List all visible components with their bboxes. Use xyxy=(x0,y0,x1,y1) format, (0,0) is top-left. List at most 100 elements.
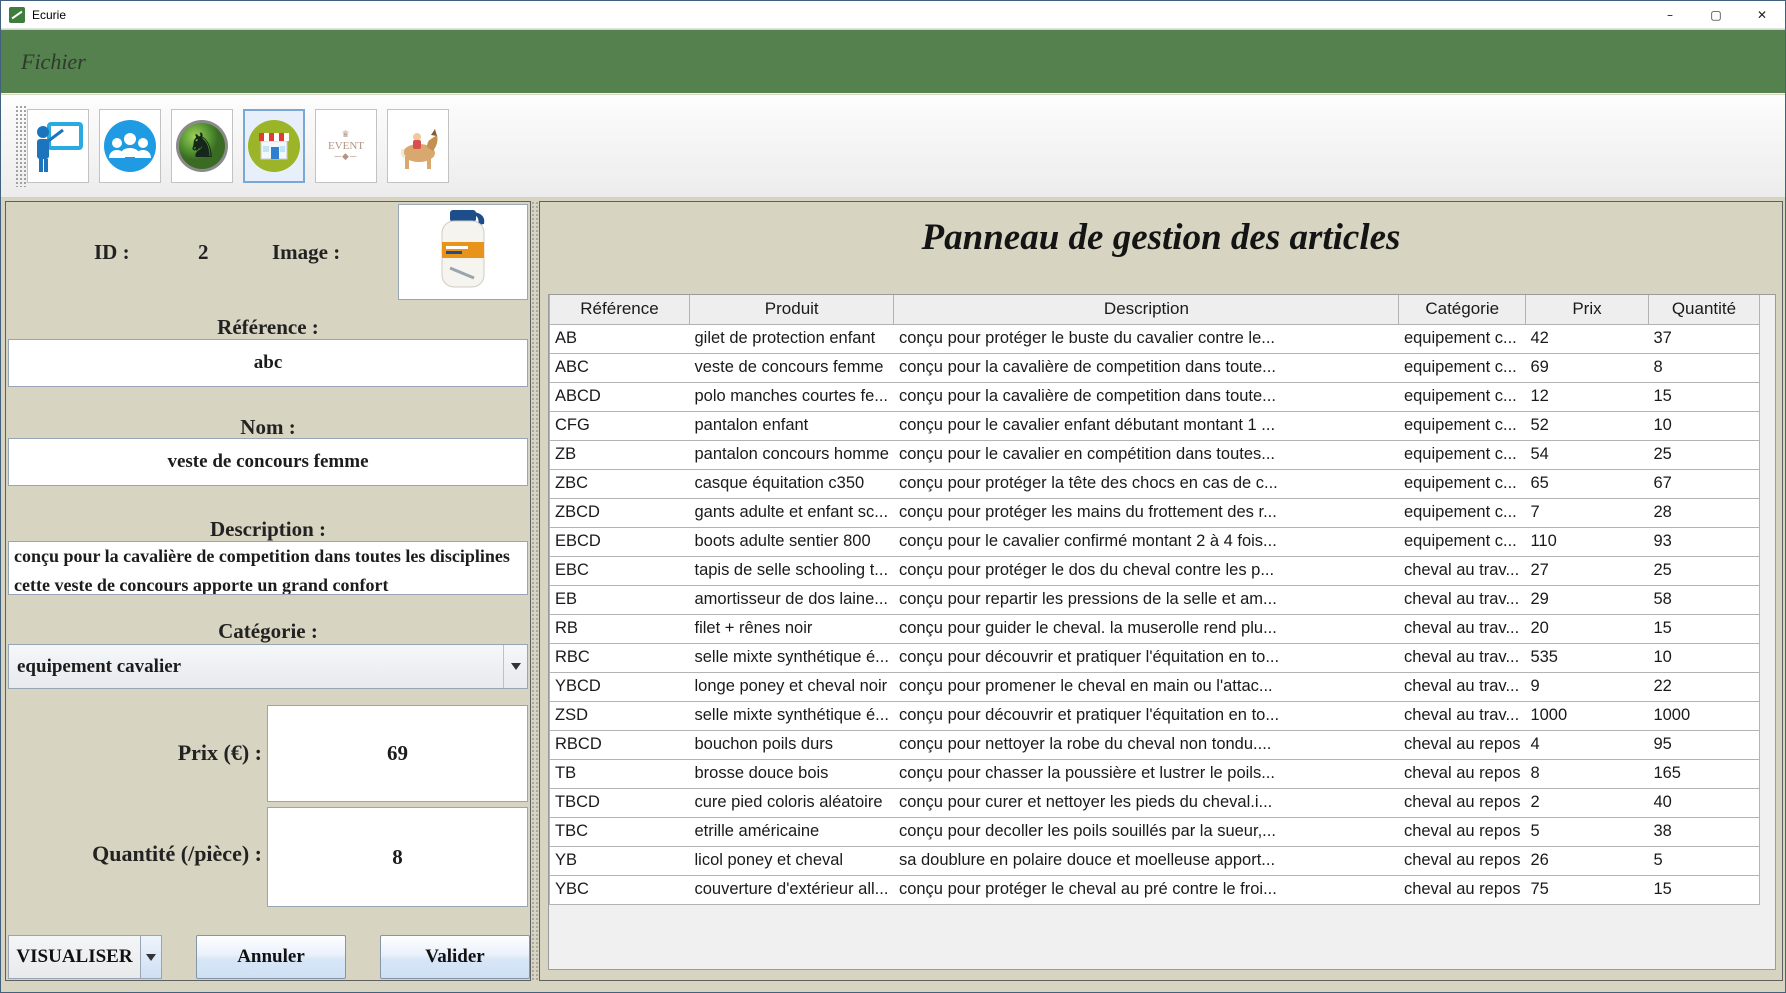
cell-category: cheval au repos xyxy=(1399,730,1526,759)
visualiser-chevron-down-icon[interactable] xyxy=(141,935,162,979)
cell-reference: RBCD xyxy=(550,730,690,759)
cell-price: 54 xyxy=(1525,440,1648,469)
shop-icon xyxy=(247,119,301,173)
table-row[interactable]: TBCetrille américaineconçu pour decoller… xyxy=(550,817,1760,846)
cell-reference: ZBCD xyxy=(550,498,690,527)
table-row[interactable]: CFGpantalon enfantconçu pour le cavalier… xyxy=(550,411,1760,440)
cell-reference: TBCD xyxy=(550,788,690,817)
table-row[interactable]: RBCselle mixte synthétique é...conçu pou… xyxy=(550,643,1760,672)
cell-quantity: 22 xyxy=(1648,672,1759,701)
minimize-button[interactable]: – xyxy=(1647,1,1693,28)
cell-reference: YBCD xyxy=(550,672,690,701)
pony-rider-icon xyxy=(391,119,445,173)
id-label: ID : xyxy=(94,240,130,265)
cell-reference: AB xyxy=(550,324,690,353)
cell-reference: ABCD xyxy=(550,382,690,411)
table-row[interactable]: RBfilet + rênes noirconçu pour guider le… xyxy=(550,614,1760,643)
category-select[interactable]: equipement cavalier xyxy=(8,644,528,689)
cell-description: conçu pour protéger le dos du cheval con… xyxy=(894,556,1399,585)
category-label: Catégorie : xyxy=(6,619,530,644)
cell-price: 20 xyxy=(1525,614,1648,643)
cell-product: filet + rênes noir xyxy=(690,614,894,643)
shop-button[interactable] xyxy=(243,109,305,183)
article-image[interactable] xyxy=(398,204,528,300)
title-bar: Ecurie – ▢ ✕ xyxy=(1,1,1785,29)
table-row[interactable]: TBbrosse douce boisconçu pour chasser la… xyxy=(550,759,1760,788)
clients-button[interactable] xyxy=(99,109,161,183)
pony-button[interactable] xyxy=(387,109,449,183)
table-row[interactable]: YBlicol poney et chevalsa doublure en po… xyxy=(550,846,1760,875)
cell-category: equipement c... xyxy=(1399,498,1526,527)
table-row[interactable]: EBCtapis de selle schooling t...conçu po… xyxy=(550,556,1760,585)
table-row[interactable]: ABCveste de concours femmeconçu pour la … xyxy=(550,353,1760,382)
cell-category: cheval au repos xyxy=(1399,846,1526,875)
instructors-button[interactable] xyxy=(27,109,89,183)
quantity-input[interactable]: 8 xyxy=(267,807,528,907)
maximize-button[interactable]: ▢ xyxy=(1693,1,1739,28)
menu-fichier[interactable]: Fichier xyxy=(13,45,94,79)
cell-product: selle mixte synthétique é... xyxy=(690,643,894,672)
cell-reference: ZSD xyxy=(550,701,690,730)
column-header-reference[interactable]: Référence xyxy=(550,295,690,324)
cell-description: conçu pour protéger les mains du frottem… xyxy=(894,498,1399,527)
cell-quantity: 165 xyxy=(1648,759,1759,788)
cell-quantity: 67 xyxy=(1648,469,1759,498)
cell-category: cheval au trav... xyxy=(1399,643,1526,672)
table-row[interactable]: ZBCDgants adulte et enfant sc...conçu po… xyxy=(550,498,1760,527)
visualiser-select[interactable]: VISUALISER xyxy=(8,935,141,979)
table-row[interactable]: EBCDboots adulte sentier 800conçu pour l… xyxy=(550,527,1760,556)
cell-reference: RB xyxy=(550,614,690,643)
validate-button[interactable]: Valider xyxy=(380,935,530,979)
cell-reference: CFG xyxy=(550,411,690,440)
cell-product: cure pied coloris aléatoire xyxy=(690,788,894,817)
reference-input[interactable]: abc xyxy=(8,339,528,387)
description-textarea[interactable]: conçu pour la cavalière de competition d… xyxy=(8,541,528,595)
cell-reference: ZBC xyxy=(550,469,690,498)
table-row[interactable]: ZSDselle mixte synthétique é...conçu pou… xyxy=(550,701,1760,730)
cell-price: 4 xyxy=(1525,730,1648,759)
table-row[interactable]: TBCDcure pied coloris aléatoireconçu pou… xyxy=(550,788,1760,817)
column-header-quantity[interactable]: Quantité xyxy=(1648,295,1759,324)
table-row[interactable]: YBCDlonge poney et cheval noirconçu pour… xyxy=(550,672,1760,701)
cell-product: veste de concours femme xyxy=(690,353,894,382)
cell-price: 5 xyxy=(1525,817,1648,846)
table-row[interactable]: ZBpantalon concours hommeconçu pour le c… xyxy=(550,440,1760,469)
cell-quantity: 40 xyxy=(1648,788,1759,817)
toolbar: ♞ xyxy=(1,95,1785,198)
table-row[interactable]: RBCDbouchon poils dursconçu pour nettoye… xyxy=(550,730,1760,759)
column-header-description[interactable]: Description xyxy=(894,295,1399,324)
close-button[interactable]: ✕ xyxy=(1739,1,1785,28)
toolbar-drag-handle[interactable] xyxy=(15,105,27,187)
cell-description: conçu pour la cavalière de competition d… xyxy=(894,382,1399,411)
column-header-product[interactable]: Produit xyxy=(690,295,894,324)
cell-category: cheval au repos xyxy=(1399,875,1526,904)
table-header-row: RéférenceProduitDescriptionCatégoriePrix… xyxy=(550,295,1760,324)
table-row[interactable]: YBCcouverture d'extérieur all...conçu po… xyxy=(550,875,1760,904)
cell-quantity: 28 xyxy=(1648,498,1759,527)
column-header-category[interactable]: Catégorie xyxy=(1399,295,1526,324)
cell-reference: ZB xyxy=(550,440,690,469)
cell-price: 9 xyxy=(1525,672,1648,701)
cell-reference: TB xyxy=(550,759,690,788)
cell-description: conçu pour protéger le buste du cavalier… xyxy=(894,324,1399,353)
name-input[interactable]: veste de concours femme xyxy=(8,438,528,486)
cell-price: 1000 xyxy=(1525,701,1648,730)
column-header-price[interactable]: Prix xyxy=(1525,295,1648,324)
price-input[interactable]: 69 xyxy=(267,705,528,802)
table-scroll-viewport[interactable]: RéférenceProduitDescriptionCatégoriePrix… xyxy=(548,294,1776,970)
cell-reference: EBCD xyxy=(550,527,690,556)
table-row[interactable]: ZBCcasque équitation c350conçu pour prot… xyxy=(550,469,1760,498)
cell-product: pantalon concours homme xyxy=(690,440,894,469)
chevron-down-icon[interactable] xyxy=(503,645,527,688)
table-row[interactable]: ABCDpolo manches courtes fe...conçu pour… xyxy=(550,382,1760,411)
cell-quantity: 15 xyxy=(1648,382,1759,411)
split-divider[interactable] xyxy=(531,201,539,981)
cell-price: 52 xyxy=(1525,411,1648,440)
horses-button[interactable]: ♞ xyxy=(171,109,233,183)
reference-label: Référence : xyxy=(6,315,530,340)
cancel-button[interactable]: Annuler xyxy=(196,935,346,979)
events-button[interactable]: ♛ EVENT ─◆─ xyxy=(315,109,377,183)
cell-category: equipement c... xyxy=(1399,527,1526,556)
table-row[interactable]: ABgilet de protection enfantconçu pour p… xyxy=(550,324,1760,353)
table-row[interactable]: EBamortisseur de dos laine...conçu pour … xyxy=(550,585,1760,614)
